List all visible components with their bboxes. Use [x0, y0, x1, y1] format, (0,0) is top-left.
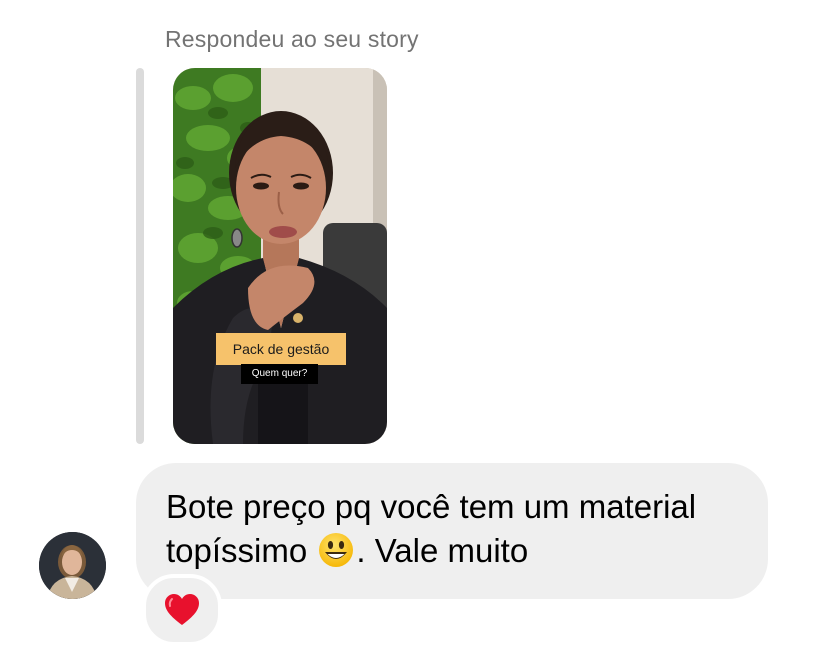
message-text-part2: . Vale muito — [356, 532, 529, 569]
avatar[interactable] — [39, 532, 106, 599]
dm-thread: Respondeu ao seu story Pack de gestão Qu… — [0, 0, 828, 652]
story-preview[interactable]: Pack de gestão Quem quer? — [173, 68, 387, 444]
message-bubble[interactable]: Bote preço pq você tem um material topís… — [136, 463, 768, 599]
story-subcaption: Quem quer? — [241, 364, 318, 384]
heart-reaction[interactable] — [142, 574, 222, 646]
heart-icon — [165, 594, 199, 625]
avatar-image — [39, 532, 106, 599]
message-text: Bote preço pq você tem um material topís… — [166, 485, 756, 573]
story-caption: Pack de gestão — [216, 333, 346, 365]
story-image — [173, 68, 387, 444]
smiley-face-icon — [318, 532, 354, 568]
story-reply-label: Respondeu ao seu story — [165, 26, 419, 52]
quote-bar — [136, 68, 144, 444]
